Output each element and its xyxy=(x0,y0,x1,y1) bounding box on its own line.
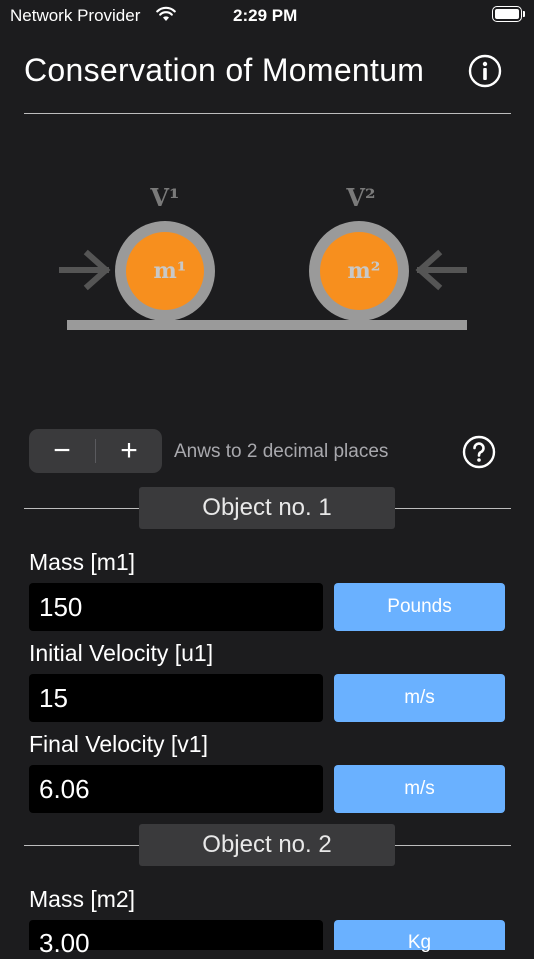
arrow-right-icon xyxy=(59,249,111,291)
final-velocity-1-input[interactable]: 6.06 xyxy=(29,765,323,813)
collision-diagram: m¹ V¹ m² V² xyxy=(59,183,467,330)
ground-line xyxy=(67,320,467,330)
battery-icon xyxy=(492,6,522,22)
mass-1-label: Mass [m1] xyxy=(29,549,136,575)
object-2-header: Object no. 2 xyxy=(139,824,395,866)
m2-label: m² xyxy=(348,258,381,284)
decrement-button[interactable]: − xyxy=(29,429,95,473)
mass-1-unit-button[interactable]: Pounds xyxy=(334,583,505,631)
mass-2-unit-button[interactable]: Kg xyxy=(334,920,505,953)
battery-nub xyxy=(523,11,525,17)
page-title: Conservation of Momentum xyxy=(24,52,425,88)
section-1-line-right xyxy=(395,508,511,509)
info-button[interactable] xyxy=(468,54,502,88)
header-divider xyxy=(24,113,511,114)
decimal-hint: Anws to 2 decimal places xyxy=(174,441,389,462)
initial-velocity-1-unit-button[interactable]: m/s xyxy=(334,674,505,722)
status-bar: Network Provider 2:29 PM xyxy=(0,0,534,30)
mass-2-input[interactable]: 3.00 xyxy=(29,920,323,958)
initial-velocity-1-input[interactable]: 15 xyxy=(29,674,323,722)
arrow-left-icon xyxy=(415,249,467,291)
increment-button[interactable]: + xyxy=(96,429,162,473)
object-1-header: Object no. 1 xyxy=(139,487,395,529)
final-velocity-1-label: Final Velocity [v1] xyxy=(29,731,208,757)
mass-2-label: Mass [m2] xyxy=(29,886,136,912)
question-icon xyxy=(462,435,496,469)
section-2-line-left xyxy=(24,845,140,846)
carrier-label: Network Provider xyxy=(10,6,141,25)
wifi-icon xyxy=(156,6,176,27)
m1-label: m¹ xyxy=(154,258,187,284)
help-button[interactable] xyxy=(462,435,496,469)
section-1-line-left xyxy=(24,508,140,509)
decimal-stepper: − + xyxy=(29,429,162,473)
final-velocity-1-unit-button[interactable]: m/s xyxy=(334,765,505,813)
v2-label: V² xyxy=(345,183,375,212)
v1-label: V¹ xyxy=(149,183,179,212)
info-icon xyxy=(468,54,502,88)
mass-1-input[interactable]: 150 xyxy=(29,583,323,631)
clock: 2:29 PM xyxy=(233,6,298,25)
section-2-line-right xyxy=(395,845,511,846)
initial-velocity-1-label: Initial Velocity [u1] xyxy=(29,640,214,666)
